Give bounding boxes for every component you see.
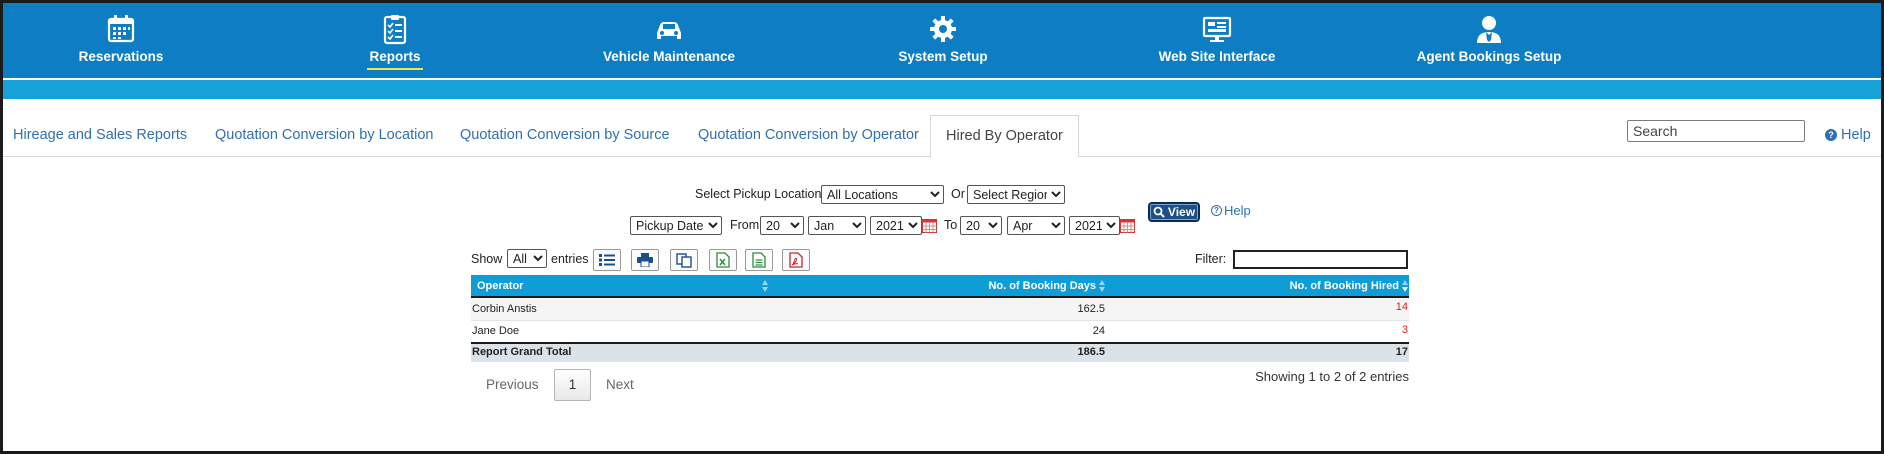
tab-quotation-conversion-by-source[interactable]: Quotation Conversion by Source <box>460 115 670 157</box>
help-icon: ? <box>1211 205 1222 216</box>
show-label: Show <box>471 252 503 266</box>
grand-total-days: 186.5 <box>771 342 1106 362</box>
nav-label: Reports <box>369 49 421 64</box>
nav-item-reservations[interactable]: Reservations <box>11 3 231 78</box>
nav-label: System Setup <box>898 49 988 64</box>
csv-export-button[interactable] <box>745 249 773 271</box>
pickup-location-select[interactable]: All Locations <box>821 185 944 204</box>
from-label: From <box>730 218 760 232</box>
entries-label: entries <box>551 252 589 266</box>
report-table: Operator No. of Booking Days No. of Book… <box>471 275 1409 362</box>
tab-quotation-conversion-by-operator[interactable]: Quotation Conversion by Operator <box>698 115 919 157</box>
agent-user-icon <box>1477 16 1501 43</box>
filter-label: Filter: <box>1195 252 1227 266</box>
clipboard-checklist-icon <box>383 15 407 45</box>
column-visibility-button[interactable] <box>593 249 621 271</box>
nav-label: Agent Bookings Setup <box>1416 49 1562 64</box>
to-label: To <box>944 218 958 232</box>
calendar-icon <box>107 15 135 43</box>
nav-item-agent-bookings-setup[interactable]: Agent Bookings Setup <box>1379 3 1599 78</box>
search-icon <box>1153 206 1165 218</box>
view-button[interactable]: View <box>1148 202 1200 222</box>
nav-label: Vehicle Maintenance <box>602 49 736 64</box>
from-day-select[interactable]: 20 <box>760 216 804 235</box>
tab-hireage-and-sales-reports[interactable]: Hireage and Sales Reports <box>13 115 187 157</box>
nav-item-web-site-interface[interactable]: Web Site Interface <box>1107 3 1327 78</box>
search-input[interactable] <box>1627 120 1805 142</box>
column-header-booking-days[interactable]: No. of Booking Days <box>771 275 1106 298</box>
from-month-select[interactable]: Jan <box>808 216 866 235</box>
filter-input[interactable] <box>1233 250 1408 269</box>
tab-hired-by-operator[interactable]: Hired By Operator <box>930 115 1079 158</box>
copy-button[interactable] <box>670 249 698 271</box>
to-day-select[interactable]: 20 <box>960 216 1002 235</box>
nav-label: Reservations <box>78 49 164 64</box>
column-header-label: No. of Booking Hired <box>1289 279 1399 292</box>
csv-icon <box>752 252 766 268</box>
pdf-export-button[interactable] <box>782 249 810 271</box>
region-select[interactable]: Select Region <box>967 185 1065 204</box>
nav-item-reports[interactable]: Reports <box>285 3 505 78</box>
table-row: Jane Doe 24 3 <box>471 320 1409 344</box>
pagination-next[interactable]: Next <box>606 377 634 392</box>
pagination-page-1[interactable]: 1 <box>554 369 591 401</box>
grand-total-label: Report Grand Total <box>471 342 771 362</box>
help-link[interactable]: ? Help <box>1825 127 1871 143</box>
from-year-select[interactable]: 2021 <box>870 216 922 235</box>
report-tabs: Hireage and Sales Reports Quotation Conv… <box>3 99 1881 158</box>
column-header-label: Operator <box>477 279 524 292</box>
entries-select[interactable]: All <box>507 249 547 268</box>
sub-navigation-bar <box>3 80 1881 99</box>
column-header-label: No. of Booking Days <box>988 279 1096 292</box>
nav-label: Web Site Interface <box>1158 49 1276 64</box>
or-label: Or <box>951 187 965 201</box>
booking-hired-cell[interactable]: 3 <box>1106 320 1409 344</box>
to-calendar-icon[interactable] <box>1120 219 1135 233</box>
to-month-select[interactable]: Apr <box>1007 216 1065 235</box>
car-icon <box>657 22 681 39</box>
booking-days-cell: 162.5 <box>771 297 1106 321</box>
grand-total-row: Report Grand Total 186.5 17 <box>471 342 1409 362</box>
operator-cell: Jane Doe <box>471 320 771 344</box>
date-type-select[interactable]: Pickup Date <box>630 216 722 235</box>
app-frame: Reservations Reports Vehicle Maintenance <box>0 0 1884 454</box>
tab-quotation-conversion-by-location[interactable]: Quotation Conversion by Location <box>215 115 433 157</box>
form-help-link[interactable]: ? Help <box>1211 203 1251 218</box>
print-icon <box>637 253 653 267</box>
operator-cell: Corbin Anstis <box>471 297 771 321</box>
help-label: Help <box>1841 127 1871 143</box>
from-calendar-icon[interactable] <box>922 219 937 233</box>
view-label: View <box>1167 205 1196 219</box>
column-header-operator[interactable]: Operator <box>471 275 771 298</box>
monitor-icon <box>1202 16 1232 42</box>
excel-icon <box>716 252 730 268</box>
top-navigation: Reservations Reports Vehicle Maintenance <box>3 3 1881 78</box>
copy-icon <box>676 252 692 268</box>
pickup-location-label: Select Pickup Location <box>695 187 822 201</box>
pagination-previous[interactable]: Previous <box>486 377 539 392</box>
booking-hired-cell[interactable]: 14 <box>1106 297 1409 321</box>
table-header-row: Operator No. of Booking Days No. of Book… <box>471 275 1409 298</box>
print-button[interactable] <box>631 249 659 271</box>
to-year-select[interactable]: 2021 <box>1069 216 1120 235</box>
nav-item-vehicle-maintenance[interactable]: Vehicle Maintenance <box>559 3 779 78</box>
active-nav-indicator <box>367 68 423 70</box>
booking-days-cell: 24 <box>771 320 1106 344</box>
gear-icon <box>930 16 956 42</box>
column-header-booking-hired[interactable]: No. of Booking Hired <box>1106 275 1409 298</box>
nav-item-system-setup[interactable]: System Setup <box>833 3 1053 78</box>
form-help-label: Help <box>1224 203 1251 218</box>
table-info: Showing 1 to 2 of 2 entries <box>1255 369 1409 384</box>
table-row: Corbin Anstis 162.5 14 <box>471 297 1409 321</box>
sort-icon <box>1402 280 1408 292</box>
column-list-icon <box>599 254 615 266</box>
sort-icon <box>762 280 768 292</box>
grand-total-hired: 17 <box>1106 342 1409 362</box>
excel-export-button[interactable] <box>709 249 737 271</box>
pdf-icon <box>789 252 803 268</box>
help-icon: ? <box>1825 129 1837 141</box>
sort-icon <box>1099 280 1105 292</box>
